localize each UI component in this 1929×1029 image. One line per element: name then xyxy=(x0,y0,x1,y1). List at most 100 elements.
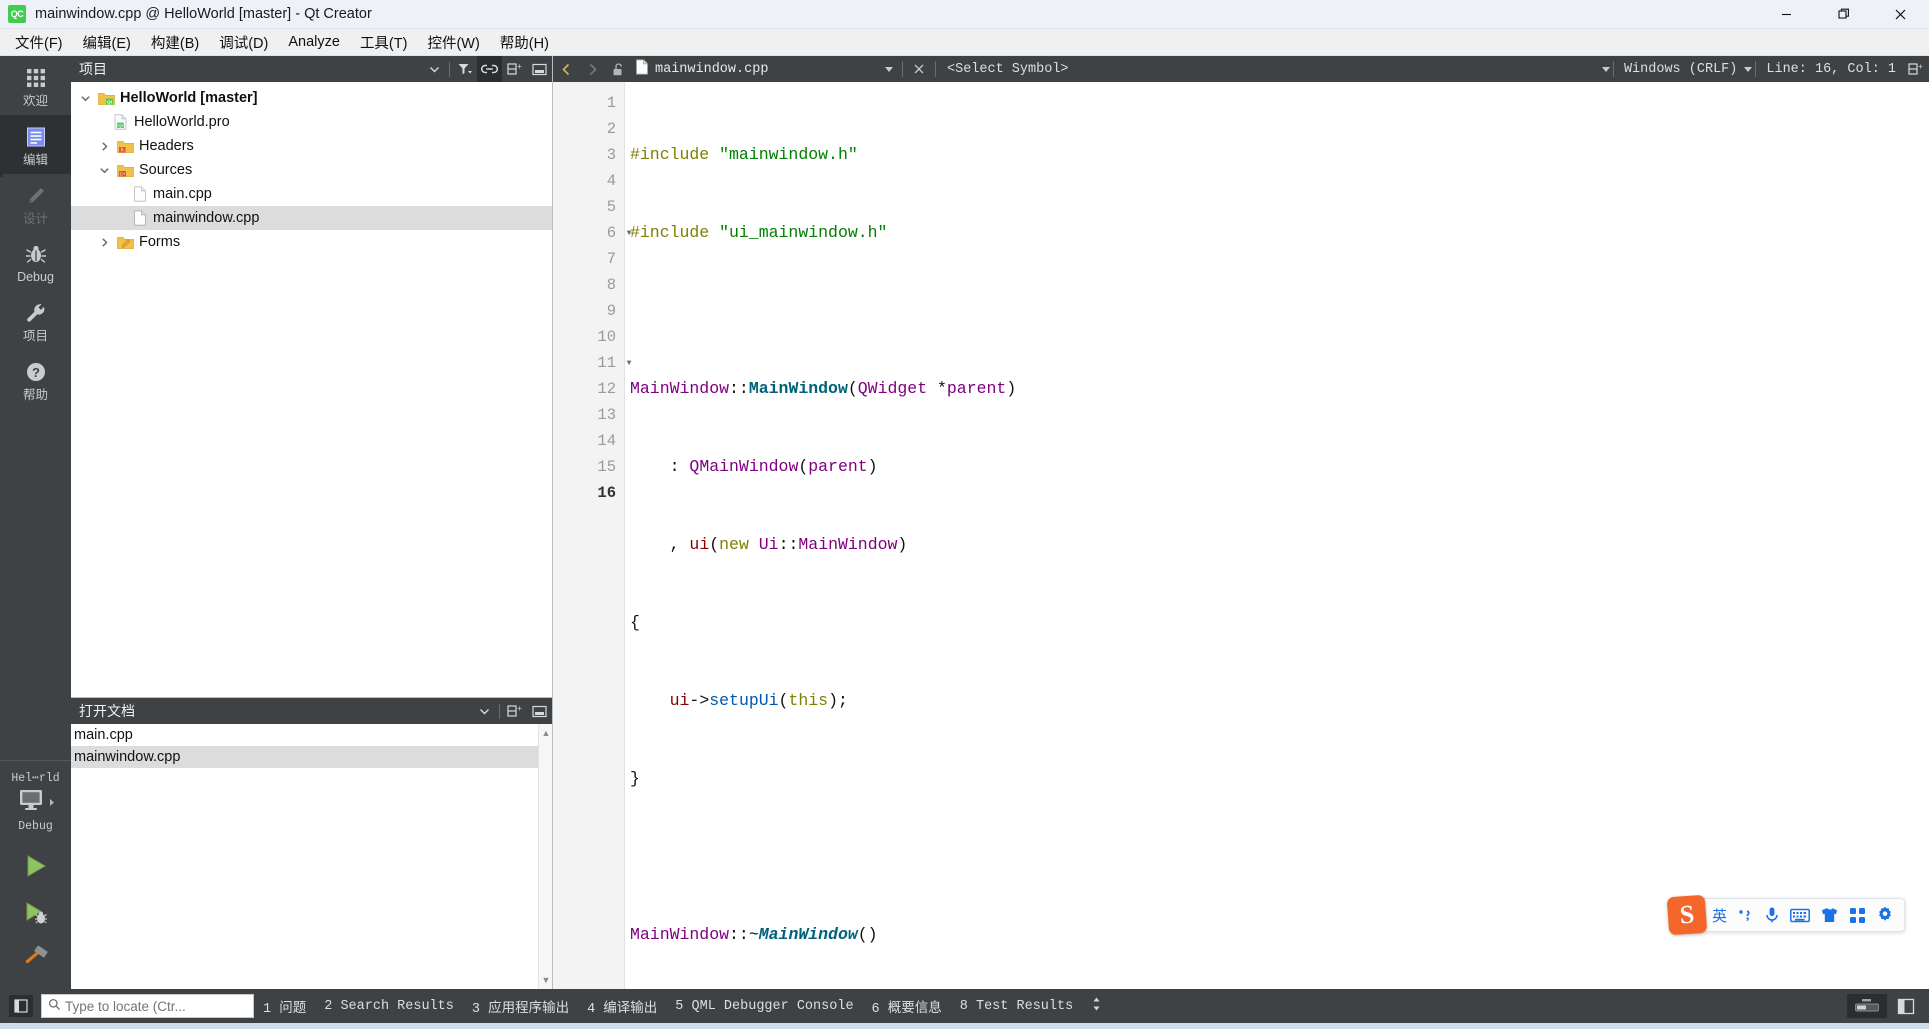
header-separator xyxy=(449,61,450,77)
tree-node-helloworld[interactable]: Qt HelloWorld [master] xyxy=(71,86,552,110)
chevron-right-icon[interactable] xyxy=(96,237,112,248)
settings-gear-icon[interactable] xyxy=(1876,906,1894,924)
back-arrow-icon[interactable] xyxy=(553,56,579,82)
sources-folder-icon: C+ xyxy=(117,162,134,179)
minimize-pane-icon[interactable] xyxy=(527,56,552,82)
close-button[interactable] xyxy=(1872,0,1929,29)
link-icon[interactable] xyxy=(477,56,502,82)
file-icon xyxy=(635,58,649,80)
pane-label: Search Results xyxy=(340,998,454,1014)
scroll-down-icon[interactable]: ▼ xyxy=(539,973,552,987)
menu-window[interactable]: 控件(W) xyxy=(417,29,489,56)
menu-bar: 文件(F) 编辑(E) 构建(B) 调试(D) Analyze 工具(T) 控件… xyxy=(0,29,1929,56)
punctuation-toggle-button[interactable] xyxy=(1737,907,1754,924)
output-pane-compile-output[interactable]: 4 编译输出 xyxy=(578,996,666,1017)
tree-node-main-cpp[interactable]: main.cpp xyxy=(71,182,552,206)
menu-analyze[interactable]: Analyze xyxy=(278,31,350,53)
run-button[interactable] xyxy=(21,851,51,881)
up-down-arrows-icon[interactable] xyxy=(1082,996,1111,1017)
output-pane-qml-debugger-console[interactable]: 5 QML Debugger Console xyxy=(666,999,862,1014)
scroll-up-icon[interactable]: ▲ xyxy=(539,726,552,740)
chevron-right-icon[interactable] xyxy=(96,141,112,152)
locator-placeholder: Type to locate (Ctr... xyxy=(65,998,186,1014)
sogou-s-logo-icon[interactable]: S xyxy=(1666,894,1708,936)
tree-node-helloworld-pro[interactable]: Qt HelloWorld.pro xyxy=(71,110,552,134)
minimize-button[interactable] xyxy=(1758,0,1815,29)
split-add-icon[interactable]: + xyxy=(502,56,527,82)
list-item[interactable]: main.cpp xyxy=(71,724,552,746)
locator-input[interactable]: Type to locate (Ctr... xyxy=(41,994,254,1018)
chevron-down-icon[interactable] xyxy=(1744,66,1753,72)
code-line: : QMainWindow(parent) xyxy=(630,457,878,476)
symbol-selector[interactable]: <Select Symbol> xyxy=(939,62,1602,77)
build-button[interactable] xyxy=(21,945,51,975)
input-mode-english-button[interactable]: 英 xyxy=(1712,905,1727,926)
unlocked-padlock-icon[interactable] xyxy=(605,56,631,82)
line-number-current: 16 xyxy=(597,484,616,502)
split-add-icon[interactable]: + xyxy=(1903,56,1929,82)
output-pane-general-messages[interactable]: 6 概要信息 xyxy=(863,996,951,1017)
debug-button[interactable] xyxy=(21,898,51,928)
editor-file-combobox[interactable]: mainwindow.cpp xyxy=(631,58,899,80)
menu-help[interactable]: 帮助(H) xyxy=(490,29,559,56)
menu-tools[interactable]: 工具(T) xyxy=(350,29,418,56)
code-line: #include "mainwindow.h" xyxy=(630,145,858,164)
forward-arrow-icon[interactable] xyxy=(579,56,605,82)
minimize-pane-icon[interactable] xyxy=(527,698,552,724)
chevron-down-icon[interactable] xyxy=(1601,66,1610,72)
menu-edit[interactable]: 编辑(E) xyxy=(73,29,141,56)
document-lines-icon xyxy=(22,123,50,151)
kit-row xyxy=(16,787,56,818)
kit-selector[interactable]: Hel⋯rld Debug xyxy=(0,760,71,833)
line-number: 6 ▼ xyxy=(553,220,632,246)
skin-shirt-icon[interactable] xyxy=(1820,907,1839,924)
menu-debug[interactable]: 调试(D) xyxy=(209,29,278,56)
wrench-icon xyxy=(22,299,50,327)
output-pane-test-results[interactable]: 8 Test Results xyxy=(951,999,1082,1014)
tree-node-mainwindow-cpp[interactable]: mainwindow.cpp xyxy=(71,206,552,230)
mode-label-projects: 项目 xyxy=(22,329,48,343)
tree-node-headers[interactable]: h Headers xyxy=(71,134,552,158)
editor-close-button[interactable] xyxy=(906,56,932,82)
output-pane-search-results[interactable]: 2 Search Results xyxy=(315,999,463,1014)
output-pane-problems[interactable]: 1 问题 xyxy=(254,996,315,1017)
panel-toggle-icon[interactable] xyxy=(1893,994,1919,1018)
sogou-ime-toolbar[interactable]: S 英 xyxy=(1666,894,1906,936)
sidebar-item-projects[interactable]: 项目 xyxy=(0,291,71,350)
sidebar-item-help[interactable]: ? 帮助 xyxy=(0,350,71,409)
chevron-down-icon[interactable] xyxy=(96,165,112,176)
kit-expand-arrow-icon xyxy=(49,794,56,812)
voice-input-icon[interactable] xyxy=(1764,906,1780,924)
line-number-gutter: 1 2 3 4 5 6 ▼ 7 8 9 10 11 ▼ 12 13 14 15 … xyxy=(553,82,632,989)
chevron-down-icon[interactable] xyxy=(472,698,497,724)
editor-body[interactable]: 1 2 3 4 5 6 ▼ 7 8 9 10 11 ▼ 12 13 14 15 … xyxy=(553,82,1929,989)
split-add-icon[interactable]: + xyxy=(502,698,527,724)
open-documents-scrollbar[interactable]: ▲ ▼ xyxy=(538,724,552,989)
code-content[interactable]: #include "mainwindow.h" #include "ui_mai… xyxy=(625,82,1929,989)
output-pane-application-output[interactable]: 3 应用程序输出 xyxy=(463,996,578,1017)
editor-toolbar-right: Windows (CRLF) Line: 16, Col: 1 + xyxy=(1601,56,1929,82)
chevron-down-icon[interactable] xyxy=(422,56,447,82)
apps-grid-icon[interactable] xyxy=(1849,907,1866,924)
tree-node-forms[interactable]: Forms xyxy=(71,230,552,254)
list-item[interactable]: mainwindow.cpp xyxy=(71,746,552,768)
tree-label: Forms xyxy=(139,234,181,250)
menu-build[interactable]: 构建(B) xyxy=(141,29,209,56)
chevron-down-icon[interactable] xyxy=(885,66,893,72)
soft-keyboard-icon[interactable] xyxy=(1790,908,1810,923)
line-number: 11 ▼ xyxy=(553,350,631,376)
sidebar-item-welcome[interactable]: 欢迎 xyxy=(0,56,71,115)
sidebar-item-debug[interactable]: Debug xyxy=(0,232,71,291)
line-number: 13 xyxy=(597,406,616,424)
menu-file[interactable]: 文件(F) xyxy=(5,29,73,56)
sidebar-item-edit[interactable]: 编辑 xyxy=(0,114,71,174)
sidebar-toggle-icon[interactable] xyxy=(9,995,33,1017)
chevron-down-icon[interactable] xyxy=(77,93,93,104)
tree-node-sources[interactable]: C+ Sources xyxy=(71,158,552,182)
line-number-text: 6 xyxy=(606,224,616,242)
line-ending-label[interactable]: Windows (CRLF) xyxy=(1617,62,1744,77)
filter-icon[interactable] xyxy=(452,56,477,82)
restore-button[interactable] xyxy=(1815,0,1872,29)
sidebar-item-design[interactable]: 设计 xyxy=(0,174,71,233)
